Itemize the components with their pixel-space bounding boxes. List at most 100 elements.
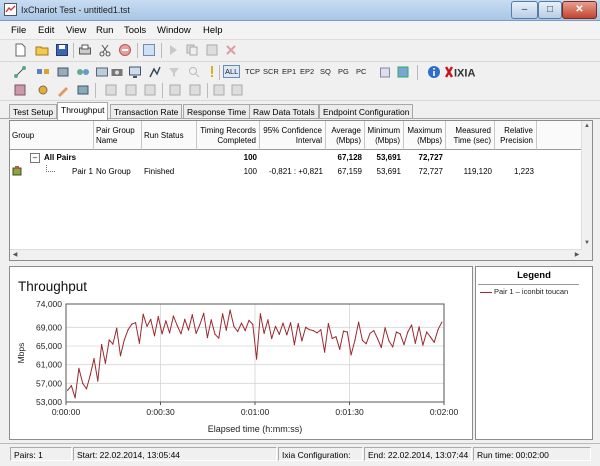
minimize-button[interactable]: – bbox=[511, 1, 538, 19]
copy-icon[interactable] bbox=[185, 43, 199, 57]
scroll-left-arrow[interactable]: ◀ bbox=[10, 251, 20, 259]
menu-tools[interactable]: Tools bbox=[124, 25, 146, 36]
camera-icon[interactable] bbox=[110, 65, 124, 79]
zoom-in-icon[interactable] bbox=[124, 83, 138, 97]
refresh-icon[interactable] bbox=[168, 83, 182, 97]
collapse-toggle[interactable]: – bbox=[30, 153, 40, 163]
column-header-confidence-interval[interactable]: 95% Confidence Interval bbox=[260, 121, 326, 150]
column-header-run-status[interactable]: Run Status bbox=[142, 121, 197, 150]
filter-icon[interactable] bbox=[167, 65, 181, 79]
new-file-icon[interactable] bbox=[13, 43, 27, 57]
tab-raw-data-totals[interactable]: Raw Data Totals bbox=[249, 104, 319, 119]
close-button[interactable]: ✕ bbox=[562, 1, 597, 19]
data-point bbox=[206, 337, 209, 339]
run-icon[interactable] bbox=[166, 43, 180, 57]
all-pairs-timing-records: 100 bbox=[243, 153, 257, 162]
scroll-up-arrow[interactable]: ▲ bbox=[582, 122, 592, 130]
connect-icon[interactable] bbox=[13, 65, 27, 79]
tab-transaction-rate[interactable]: Transaction Rate bbox=[110, 104, 183, 119]
filter-tcp-button[interactable]: TCP bbox=[245, 67, 260, 76]
column-header-pair-group-name[interactable]: Pair Group Name bbox=[94, 121, 142, 150]
menu-window[interactable]: Window bbox=[157, 25, 191, 36]
group-icon[interactable] bbox=[95, 65, 109, 79]
data-point bbox=[161, 333, 163, 335]
data-point bbox=[286, 334, 288, 336]
report-icon[interactable] bbox=[212, 83, 226, 97]
table-horizontal-scrollbar[interactable]: ◀ ▶ bbox=[10, 249, 582, 260]
column-header-timing-records[interactable]: Timing Records Completed bbox=[197, 121, 260, 150]
edit-icon[interactable] bbox=[56, 83, 70, 97]
legend-entry-pair-1[interactable]: Pair 1 – iconbit toucan bbox=[480, 287, 568, 296]
column-header-measured-time[interactable]: Measured Time (sec) bbox=[446, 121, 495, 150]
delete-icon[interactable] bbox=[224, 43, 238, 57]
table-vertical-scrollbar[interactable]: ▲ ▼ bbox=[581, 121, 592, 260]
data-point bbox=[150, 318, 152, 320]
data-point bbox=[441, 321, 443, 323]
tab-response-time[interactable]: Response Time bbox=[183, 104, 251, 119]
filter-pg-button[interactable]: PG bbox=[338, 67, 349, 76]
data-point bbox=[324, 351, 326, 353]
column-header-relative-precision[interactable]: Relative Precision bbox=[495, 121, 537, 150]
column-header-minimum[interactable]: Minimum (Mbps) bbox=[365, 121, 404, 150]
paste-icon[interactable] bbox=[205, 43, 219, 57]
column-header-group[interactable]: Group bbox=[10, 121, 94, 150]
filter-pc-button[interactable]: PC bbox=[356, 67, 366, 76]
data-point bbox=[410, 324, 413, 326]
menu-file[interactable]: File bbox=[11, 25, 26, 36]
graph-icon[interactable] bbox=[230, 83, 244, 97]
scroll-down-arrow[interactable]: ▼ bbox=[582, 239, 592, 247]
tab-throughput[interactable]: Throughput bbox=[57, 102, 109, 120]
menu-view[interactable]: View bbox=[66, 25, 86, 36]
zoom-out-icon[interactable] bbox=[143, 83, 157, 97]
data-point bbox=[293, 344, 295, 346]
scroll-right-arrow[interactable]: ▶ bbox=[572, 251, 582, 259]
tab-test-setup[interactable]: Test Setup bbox=[9, 104, 58, 119]
column-header-average[interactable]: Average (Mbps) bbox=[326, 121, 365, 150]
import-icon[interactable] bbox=[396, 65, 410, 79]
data-point bbox=[131, 323, 133, 325]
config-icon[interactable] bbox=[13, 83, 27, 97]
save-icon[interactable] bbox=[55, 43, 69, 57]
data-point bbox=[176, 324, 178, 327]
print-icon[interactable] bbox=[78, 43, 92, 57]
menu-help[interactable]: Help bbox=[203, 25, 223, 36]
info-icon[interactable] bbox=[427, 65, 441, 79]
status-start-time: Start: 22.02.2014, 13:05:44 bbox=[73, 447, 277, 461]
open-folder-icon[interactable] bbox=[35, 43, 49, 57]
cut-icon[interactable] bbox=[98, 43, 112, 57]
tools-icon[interactable] bbox=[76, 83, 90, 97]
filter-sq-button[interactable]: SQ bbox=[320, 67, 331, 76]
menu-run[interactable]: Run bbox=[96, 25, 113, 36]
column-header-maximum[interactable]: Maximum (Mbps) bbox=[404, 121, 446, 150]
pair-icon[interactable] bbox=[76, 65, 90, 79]
search-icon[interactable] bbox=[187, 65, 201, 79]
y-tick-label: 65,000 bbox=[36, 341, 62, 351]
throughput-chart[interactable]: 53,000 57,000 61,000 65,000 69,000 74,000 0:00… bbox=[10, 267, 472, 439]
network-icon[interactable] bbox=[36, 65, 50, 79]
endpoint-icon[interactable] bbox=[56, 65, 70, 79]
data-point bbox=[388, 340, 390, 342]
data-point bbox=[437, 329, 439, 331]
export-icon[interactable] bbox=[379, 65, 393, 79]
settings-icon[interactable] bbox=[36, 83, 50, 97]
ixia-logo: IXIA bbox=[445, 65, 493, 79]
maximize-button[interactable]: □ bbox=[538, 1, 562, 19]
filter-ep1-button[interactable]: EP1 bbox=[282, 67, 296, 76]
warning-icon[interactable] bbox=[205, 65, 219, 79]
pair-1-average: 67,159 bbox=[337, 167, 362, 176]
filter-all-button[interactable]: ALL bbox=[223, 65, 241, 78]
filter-ep2-button[interactable]: EP2 bbox=[300, 67, 314, 76]
monitor-icon[interactable] bbox=[128, 65, 142, 79]
stop-icon[interactable] bbox=[118, 43, 132, 57]
filter-scr-button[interactable]: SCR bbox=[263, 67, 279, 76]
layout-icon[interactable] bbox=[104, 83, 118, 97]
reset-icon[interactable] bbox=[188, 83, 202, 97]
data-point bbox=[93, 358, 95, 360]
x-tick-label: 0:02:00 bbox=[430, 407, 459, 417]
tab-endpoint-configuration[interactable]: Endpoint Configuration bbox=[319, 104, 414, 119]
data-point bbox=[195, 332, 197, 334]
menu-edit[interactable]: Edit bbox=[38, 25, 54, 36]
data-point bbox=[327, 323, 329, 325]
properties-icon[interactable] bbox=[142, 43, 156, 57]
chart-tool-icon[interactable] bbox=[148, 65, 162, 79]
